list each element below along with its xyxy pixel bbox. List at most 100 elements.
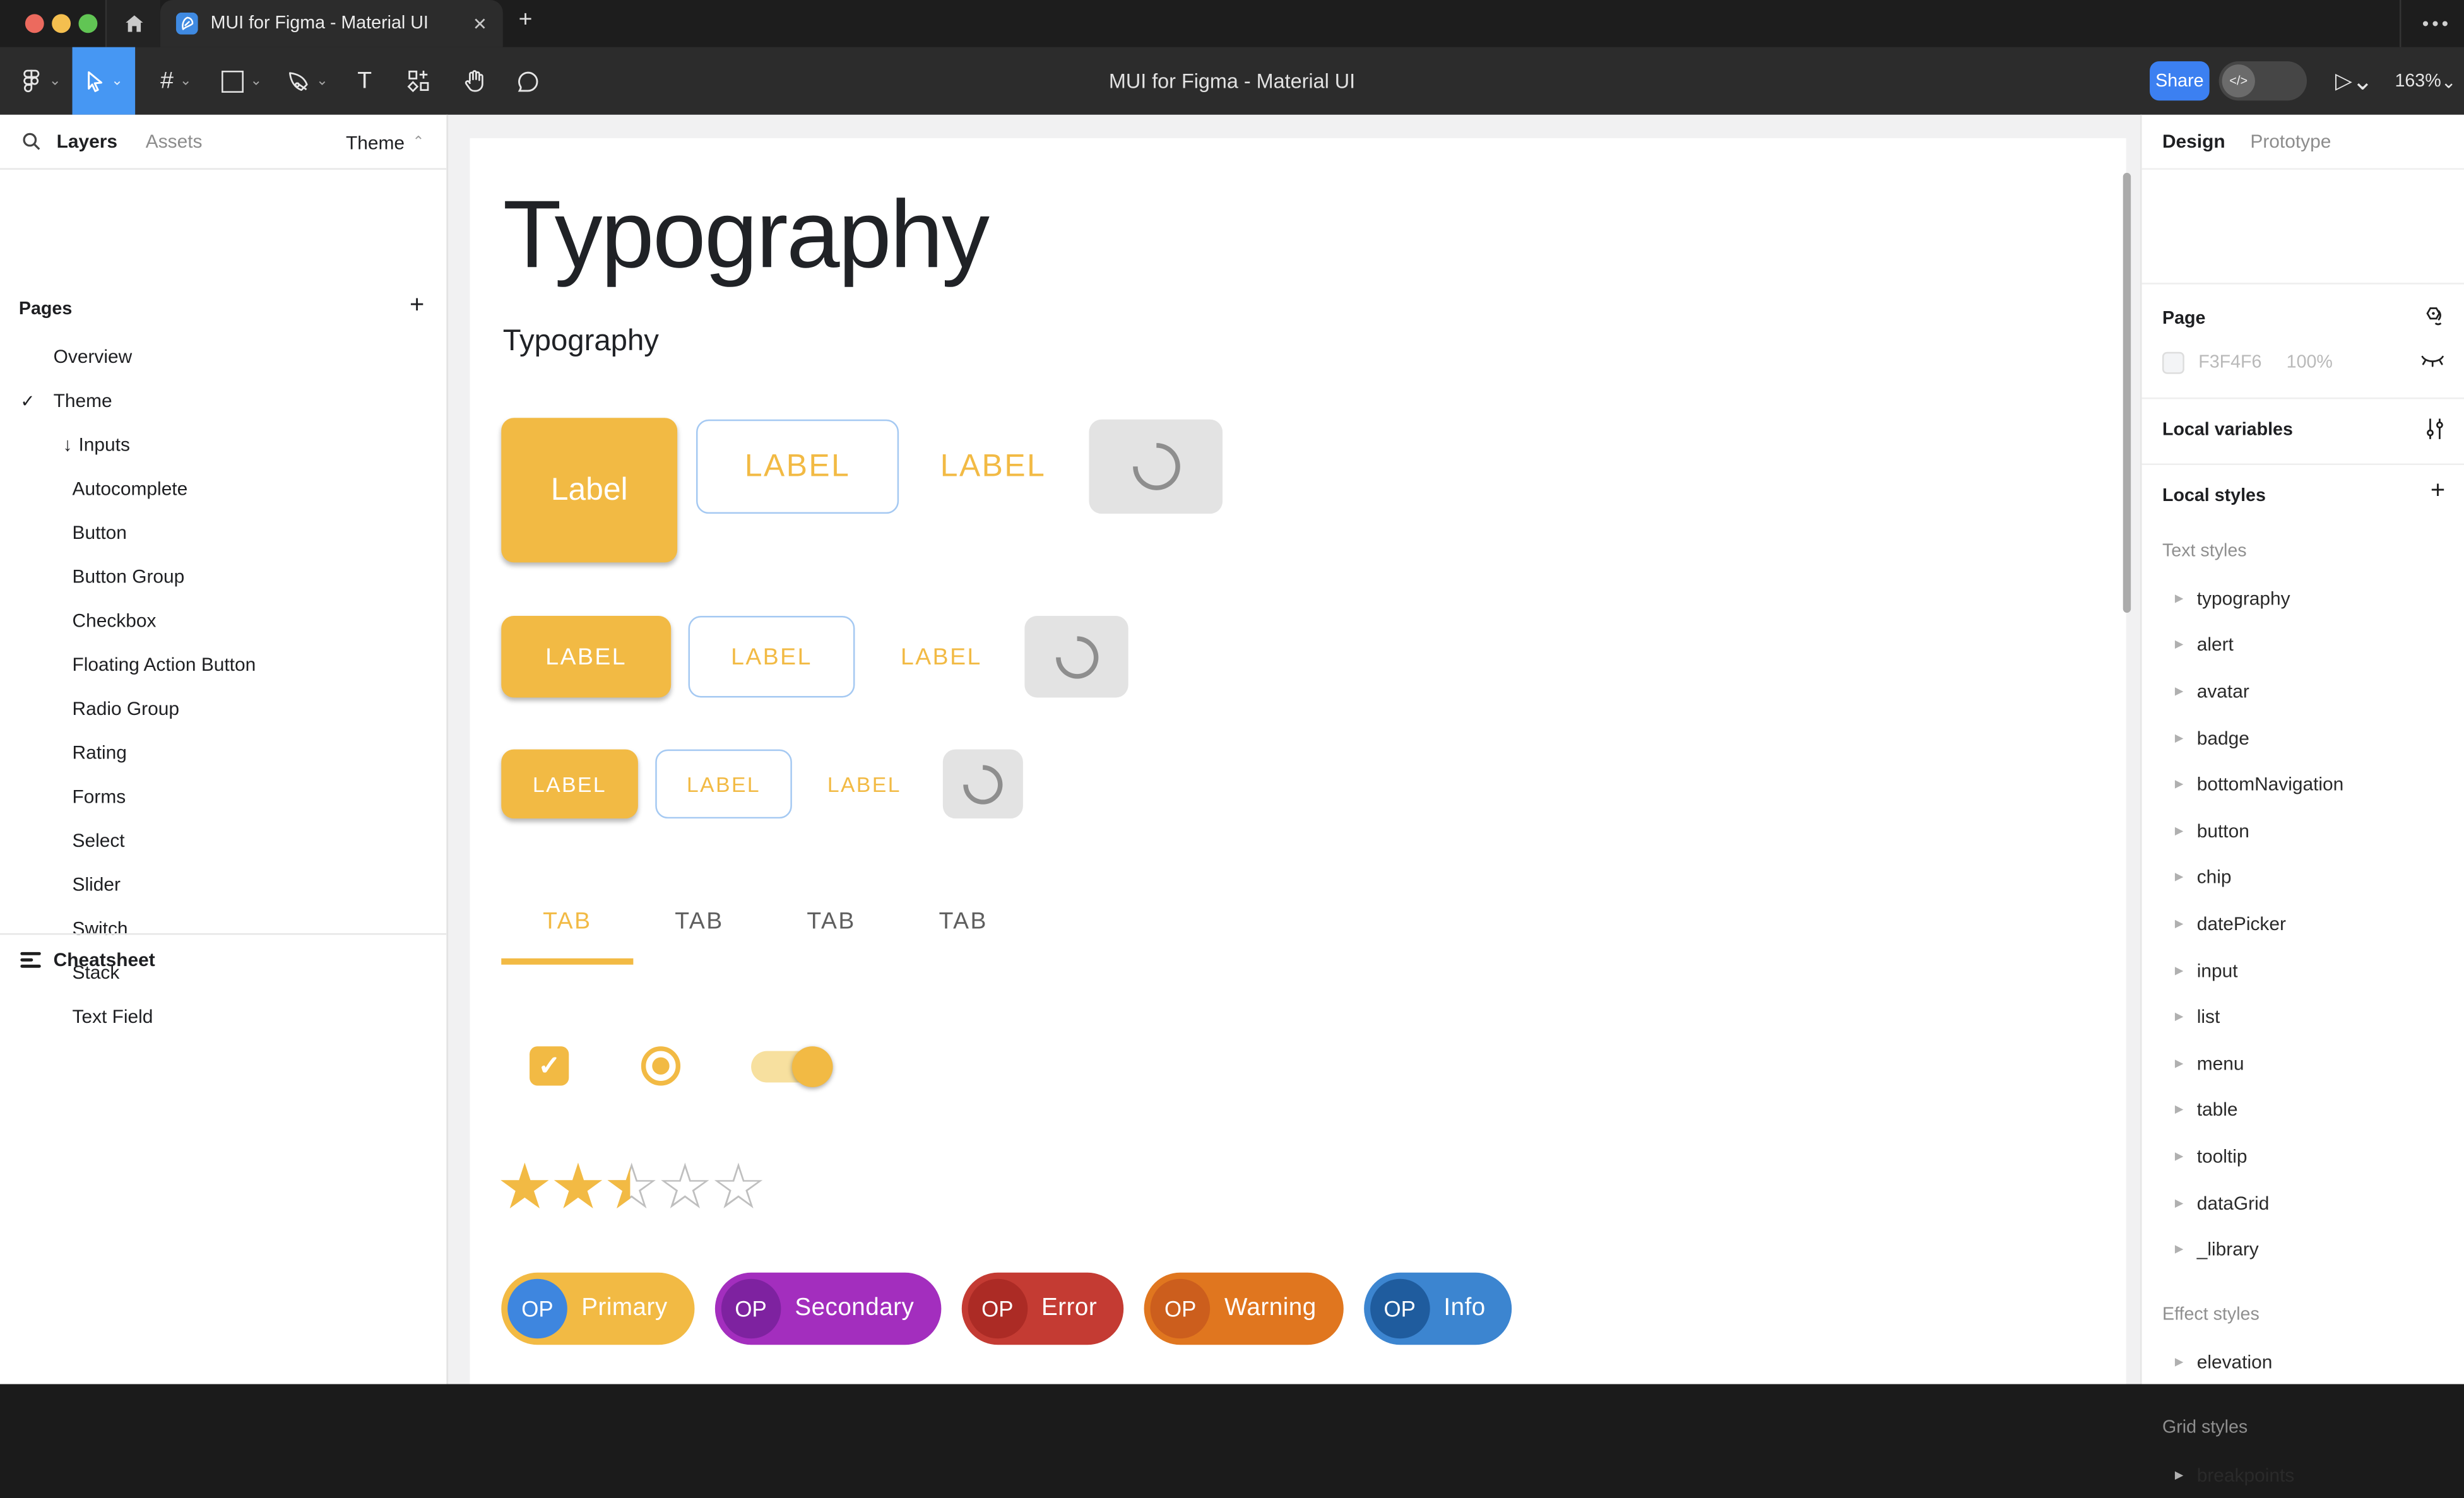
hand-tool-button[interactable] bbox=[453, 47, 497, 115]
chip-primary[interactable]: OP Primary bbox=[501, 1273, 694, 1345]
canvas-tab-2[interactable]: TAB bbox=[633, 888, 765, 954]
style-item-alert[interactable]: ▶alert bbox=[2142, 622, 2464, 668]
chevron-down-icon[interactable]: ⌄ bbox=[2352, 65, 2373, 97]
sidebar-item-button-group[interactable]: Button Group bbox=[0, 555, 446, 599]
switch-knob[interactable] bbox=[792, 1046, 833, 1087]
style-item-chip[interactable]: ▶chip bbox=[2142, 854, 2464, 900]
eye-closed-icon[interactable] bbox=[2420, 353, 2445, 370]
button-text-small[interactable]: LABEL bbox=[808, 750, 921, 819]
page-color-opacity[interactable]: 100% bbox=[2287, 353, 2333, 372]
new-tab-button[interactable]: + bbox=[519, 6, 533, 33]
button-outlined-small[interactable]: LABEL bbox=[655, 750, 792, 819]
dev-mode-toggle[interactable]: </> bbox=[2219, 61, 2307, 100]
canvas-scrollbar[interactable] bbox=[2123, 173, 2131, 613]
variables-filter-icon[interactable] bbox=[2425, 418, 2445, 440]
star-half-icon[interactable]: ☆★ bbox=[603, 1156, 657, 1219]
close-tab-icon[interactable]: ✕ bbox=[473, 13, 487, 33]
star-full-icon[interactable]: ★ bbox=[497, 1156, 550, 1219]
button-loading-small[interactable] bbox=[943, 750, 1023, 819]
sidebar-item-button[interactable]: Button bbox=[0, 510, 446, 555]
search-icon[interactable] bbox=[22, 132, 41, 151]
styles-library-icon[interactable] bbox=[2422, 305, 2445, 328]
sidebar-item-forms[interactable]: Forms bbox=[0, 774, 446, 818]
style-item-tooltip[interactable]: ▶tooltip bbox=[2142, 1133, 2464, 1179]
button-outlined-medium[interactable]: LABEL bbox=[689, 616, 855, 697]
page-color-hex[interactable]: F3F4F6 bbox=[2198, 353, 2261, 372]
tab-prototype[interactable]: Prototype bbox=[2250, 131, 2331, 153]
chip-info[interactable]: OP Info bbox=[1363, 1273, 1512, 1345]
sidebar-item-radio-group[interactable]: Radio Group bbox=[0, 687, 446, 731]
checkbox-checked[interactable]: ✓ bbox=[530, 1046, 569, 1085]
star-empty-icon[interactable]: ☆ bbox=[657, 1156, 711, 1219]
chip-warning[interactable]: OP Warning bbox=[1144, 1273, 1343, 1345]
style-item-typography[interactable]: ▶typography bbox=[2142, 575, 2464, 622]
button-text-large[interactable]: LABEL bbox=[915, 420, 1072, 514]
canvas-tab-4[interactable]: TAB bbox=[897, 888, 1029, 954]
style-item-library[interactable]: ▶_library bbox=[2142, 1226, 2464, 1273]
style-item-avatar[interactable]: ▶avatar bbox=[2142, 668, 2464, 715]
page-color-swatch[interactable] bbox=[2162, 352, 2184, 374]
button-loading-medium[interactable] bbox=[1024, 616, 1128, 697]
switch-on[interactable] bbox=[751, 1046, 832, 1087]
sidebar-item-autocomplete[interactable]: Autocomplete bbox=[0, 466, 446, 510]
style-item-list[interactable]: ▶list bbox=[2142, 993, 2464, 1040]
share-button[interactable]: Share bbox=[2150, 61, 2210, 100]
sidebar-item-text-field[interactable]: Text Field bbox=[0, 994, 446, 1039]
add-style-button[interactable]: + bbox=[2431, 478, 2445, 506]
sidebar-item-inputs[interactable]: ↓ Inputs bbox=[0, 423, 446, 467]
tab-design[interactable]: Design bbox=[2162, 131, 2225, 153]
star-full-icon[interactable]: ★ bbox=[550, 1156, 603, 1219]
tab-layers[interactable]: Layers bbox=[57, 131, 117, 153]
button-text-medium[interactable]: LABEL bbox=[872, 616, 1010, 697]
style-item-badge[interactable]: ▶badge bbox=[2142, 714, 2464, 761]
style-item-date-picker[interactable]: ▶datePicker bbox=[2142, 900, 2464, 947]
zoom-menu[interactable]: 163% ⌄ bbox=[2395, 47, 2456, 115]
sidebar-item-theme[interactable]: ✓ Theme bbox=[0, 379, 446, 423]
radio-selected[interactable] bbox=[641, 1046, 680, 1085]
style-item-elevation[interactable]: ▶elevation bbox=[2142, 1338, 2464, 1385]
canvas-tab-1[interactable]: TAB bbox=[501, 888, 633, 954]
style-item-button[interactable]: ▶button bbox=[2142, 808, 2464, 854]
canvas-heading[interactable]: Typography bbox=[503, 179, 988, 289]
resources-tool-button[interactable] bbox=[396, 47, 440, 115]
sidebar-item-rating[interactable]: Rating bbox=[0, 731, 446, 775]
typography-frame[interactable]: Typography Typography Label LABEL LABEL … bbox=[470, 138, 2126, 1383]
button-outlined-large[interactable]: LABEL bbox=[696, 420, 899, 514]
comment-tool-button[interactable] bbox=[506, 47, 550, 115]
present-button[interactable]: ▷ ⌄ bbox=[2335, 47, 2373, 115]
button-loading-large[interactable] bbox=[1089, 420, 1223, 514]
page-switcher-dropdown[interactable]: Theme ⌃ bbox=[346, 115, 424, 170]
pen-tool-button[interactable]: ⌄ bbox=[283, 47, 333, 115]
sidebar-item-overview[interactable]: Overview bbox=[0, 334, 446, 379]
file-tab[interactable]: MUI for Figma - Material UI ✕ bbox=[160, 0, 503, 47]
close-window-button[interactable] bbox=[25, 14, 44, 33]
text-tool-button[interactable]: T bbox=[344, 47, 385, 115]
canvas-tab-3[interactable]: TAB bbox=[766, 888, 897, 954]
sidebar-item-floating-action-button[interactable]: Floating Action Button bbox=[0, 642, 446, 687]
style-item-input[interactable]: ▶input bbox=[2142, 947, 2464, 994]
canvas[interactable]: Typography Typography Label LABEL LABEL … bbox=[448, 115, 2141, 1384]
chip-secondary[interactable]: OP Secondary bbox=[714, 1273, 940, 1345]
sidebar-item-select[interactable]: Select bbox=[0, 818, 446, 863]
maximize-window-button[interactable] bbox=[78, 14, 97, 33]
sidebar-item-checkbox[interactable]: Checkbox bbox=[0, 599, 446, 643]
add-page-button[interactable]: + bbox=[410, 292, 424, 321]
style-item-table[interactable]: ▶table bbox=[2142, 1087, 2464, 1133]
local-variables-title[interactable]: Local variables bbox=[2162, 421, 2293, 440]
button-contained-medium[interactable]: LABEL bbox=[501, 616, 671, 697]
style-item-menu[interactable]: ▶menu bbox=[2142, 1040, 2464, 1087]
window-menu-button[interactable]: ••• bbox=[2422, 13, 2451, 35]
canvas-subheading[interactable]: Typography bbox=[503, 325, 659, 360]
style-item-bottom-navigation[interactable]: ▶bottomNavigation bbox=[2142, 761, 2464, 808]
frame-tool-button[interactable]: # ⌄ bbox=[151, 47, 201, 115]
tab-assets[interactable]: Assets bbox=[146, 131, 203, 153]
main-menu-button[interactable]: ⌄ bbox=[13, 47, 69, 115]
chip-error[interactable]: OP Error bbox=[961, 1273, 1124, 1345]
style-item-breakpoints[interactable]: ▶breakpoints bbox=[2142, 1452, 2464, 1498]
style-item-data-grid[interactable]: ▶dataGrid bbox=[2142, 1179, 2464, 1226]
star-empty-icon[interactable]: ☆ bbox=[710, 1156, 764, 1219]
chevron-down-icon[interactable]: ⌄ bbox=[111, 73, 123, 90]
sidebar-item-slider[interactable]: Slider bbox=[0, 863, 446, 907]
home-button[interactable] bbox=[107, 0, 160, 47]
button-contained-large[interactable]: Label bbox=[501, 418, 677, 562]
